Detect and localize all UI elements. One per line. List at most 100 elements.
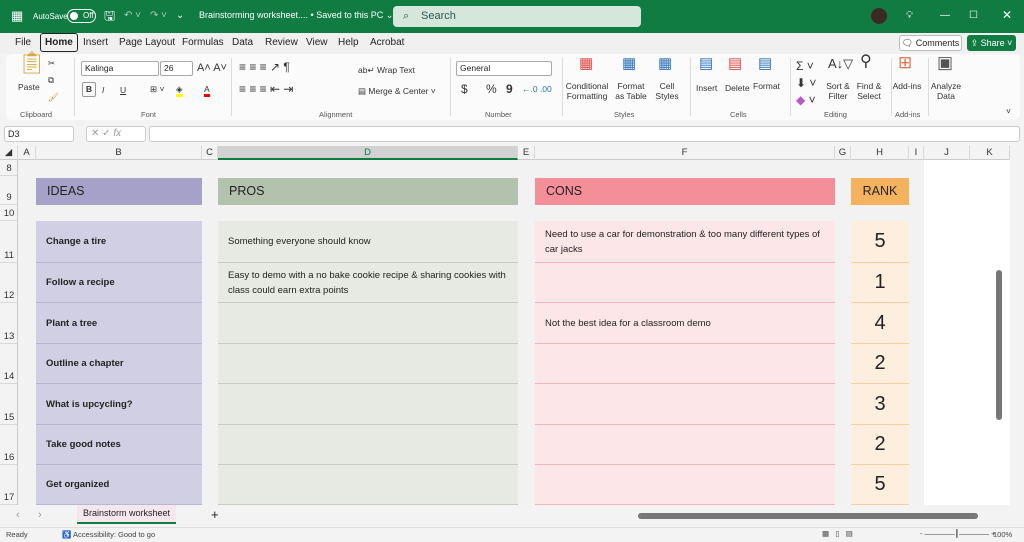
- tab-data[interactable]: Data: [232, 37, 253, 48]
- cell-styles-button[interactable]: Cell Styles: [652, 81, 682, 101]
- wrap-text-button[interactable]: ab↵ Wrap Text: [358, 65, 415, 75]
- delete-cells-icon[interactable]: ▤: [728, 56, 742, 71]
- zoom-slider[interactable]: - ————┃———— +: [920, 529, 996, 538]
- accessibility-status[interactable]: ♿ Accessibility: Good to go: [62, 530, 155, 539]
- column-header[interactable]: I: [909, 146, 924, 160]
- idea-cell[interactable]: Outline a chapter: [36, 344, 202, 384]
- rank-cell[interactable]: 2: [851, 425, 909, 465]
- tab-page-layout[interactable]: Page Layout: [119, 37, 175, 48]
- idea-cell[interactable]: Take good notes: [36, 425, 202, 465]
- idea-cell[interactable]: Follow a recipe: [36, 263, 202, 303]
- merge-center-button[interactable]: ▤ Merge & Center ˅: [358, 86, 436, 96]
- close-icon[interactable]: ✕: [1002, 8, 1012, 22]
- vertical-scrollbar[interactable]: [996, 270, 1002, 420]
- add-ins-icon[interactable]: ⊞: [898, 54, 912, 71]
- format-painter-icon[interactable]: 🖌︎: [48, 92, 59, 102]
- format-as-table-icon[interactable]: ▦: [622, 56, 636, 71]
- row-header[interactable]: 15: [0, 384, 17, 425]
- sort-filter-button[interactable]: Sort & Filter: [824, 81, 852, 101]
- pro-cell[interactable]: [218, 384, 518, 425]
- format-cells-button[interactable]: Format: [753, 81, 780, 91]
- ideas-header[interactable]: IDEAS: [36, 178, 202, 205]
- pro-cell[interactable]: Something everyone should know: [218, 221, 518, 263]
- percent-button[interactable]: %: [486, 83, 497, 95]
- rank-cell[interactable]: 5: [851, 465, 909, 505]
- cons-header[interactable]: CONS: [535, 178, 835, 205]
- view-buttons[interactable]: ▦ ▯ ▤: [822, 529, 853, 538]
- document-title[interactable]: Brainstorming worksheet.... • Saved to t…: [199, 10, 393, 21]
- rank-cell[interactable]: 4: [851, 303, 909, 344]
- column-header[interactable]: J: [924, 146, 970, 160]
- conditional-formatting-button[interactable]: Conditional Formatting: [563, 81, 611, 101]
- row-header[interactable]: 9: [0, 176, 17, 205]
- row-header[interactable]: 12: [0, 263, 17, 303]
- decimal-icons[interactable]: ←.0 .00: [522, 84, 552, 94]
- comments-button[interactable]: 🗨 Comments: [899, 35, 962, 51]
- bold-button[interactable]: B: [82, 82, 96, 97]
- column-header[interactable]: K: [970, 146, 1010, 160]
- row-header[interactable]: 10: [0, 205, 17, 221]
- column-header[interactable]: C: [202, 146, 218, 160]
- vertical-align-icons[interactable]: ≡ ≡ ≡ ↗ ¶: [239, 61, 290, 73]
- rank-cell[interactable]: 1: [851, 263, 909, 303]
- increase-font-icon[interactable]: A˄ A˅: [197, 63, 227, 74]
- tab-acrobat[interactable]: Acrobat: [370, 37, 404, 48]
- select-all-corner[interactable]: ◢: [0, 146, 18, 160]
- collapse-ribbon-icon[interactable]: ˅: [1006, 106, 1011, 116]
- analyze-data-button[interactable]: Analyze Data: [930, 81, 962, 101]
- column-header[interactable]: D: [218, 146, 518, 160]
- con-cell[interactable]: [535, 384, 835, 425]
- minimize-icon[interactable]: —: [940, 10, 950, 21]
- row-header[interactable]: 17: [0, 465, 17, 505]
- column-header[interactable]: A: [18, 146, 36, 160]
- tab-review[interactable]: Review: [265, 37, 298, 48]
- horizontal-scrollbar[interactable]: [638, 513, 978, 519]
- pro-cell[interactable]: [218, 425, 518, 465]
- con-cell[interactable]: [535, 263, 835, 303]
- save-icon[interactable]: 🖫: [104, 7, 115, 29]
- idea-cell[interactable]: Get organized: [36, 465, 202, 505]
- pro-cell[interactable]: [218, 344, 518, 384]
- con-cell[interactable]: Not the best idea for a classroom demo: [535, 303, 835, 344]
- row-header[interactable]: 13: [0, 303, 17, 344]
- tab-insert[interactable]: Insert: [83, 37, 108, 48]
- next-sheet-icon[interactable]: ›: [38, 509, 42, 521]
- analyze-data-icon[interactable]: ▣: [937, 54, 953, 71]
- rank-header[interactable]: RANK: [851, 178, 909, 205]
- column-header[interactable]: G: [835, 146, 851, 160]
- worksheet-grid[interactable]: IDEAS PROS CONS RANK Change a tire Someth…: [18, 160, 1010, 505]
- paste-icon[interactable]: 📋︎: [18, 52, 46, 74]
- find-select-button[interactable]: Find & Select: [854, 81, 884, 101]
- lightbulb-icon[interactable]: 💡︎: [906, 10, 913, 21]
- find-select-icon[interactable]: ⚲: [860, 54, 872, 70]
- pro-cell[interactable]: [218, 465, 518, 505]
- share-button[interactable]: ⇪ Share ˅: [967, 35, 1016, 51]
- insert-cells-button[interactable]: Insert: [696, 83, 717, 93]
- tab-help[interactable]: Help: [338, 37, 359, 48]
- undo-icon[interactable]: ↶ ˅: [124, 10, 141, 21]
- cell-styles-icon[interactable]: ▦: [658, 56, 672, 71]
- con-cell[interactable]: [535, 344, 835, 384]
- borders-icon[interactable]: ⊞ ˅: [150, 84, 164, 94]
- name-box[interactable]: D3: [4, 126, 74, 142]
- sheet-tab-brainstorm[interactable]: Brainstorm worksheet: [77, 505, 177, 524]
- number-format-select[interactable]: General: [456, 61, 552, 76]
- column-header[interactable]: H: [851, 146, 909, 160]
- delete-cells-button[interactable]: Delete: [725, 83, 750, 93]
- rank-cell[interactable]: 3: [851, 384, 909, 425]
- editing-small-icons[interactable]: Σ ˅ ⬇ ˅ ◆ ˅: [796, 58, 816, 109]
- maximize-icon[interactable]: ☐: [969, 10, 978, 21]
- rank-cell[interactable]: 2: [851, 344, 909, 384]
- conditional-formatting-icon[interactable]: ▦: [579, 56, 593, 71]
- search-box[interactable]: ⌕ Search: [393, 6, 641, 27]
- add-ins-button[interactable]: Add-ins: [892, 81, 922, 91]
- tab-view[interactable]: View: [306, 37, 328, 48]
- row-header[interactable]: 14: [0, 344, 17, 384]
- redo-icon[interactable]: ↷ ˅: [150, 10, 167, 21]
- formula-input[interactable]: [149, 126, 1020, 142]
- tab-formulas[interactable]: Formulas: [182, 37, 224, 48]
- con-cell[interactable]: [535, 465, 835, 505]
- insert-cells-icon[interactable]: ▤: [699, 56, 713, 71]
- con-cell[interactable]: Need to use a car for demonstration & to…: [535, 221, 835, 263]
- idea-cell[interactable]: Change a tire: [36, 221, 202, 263]
